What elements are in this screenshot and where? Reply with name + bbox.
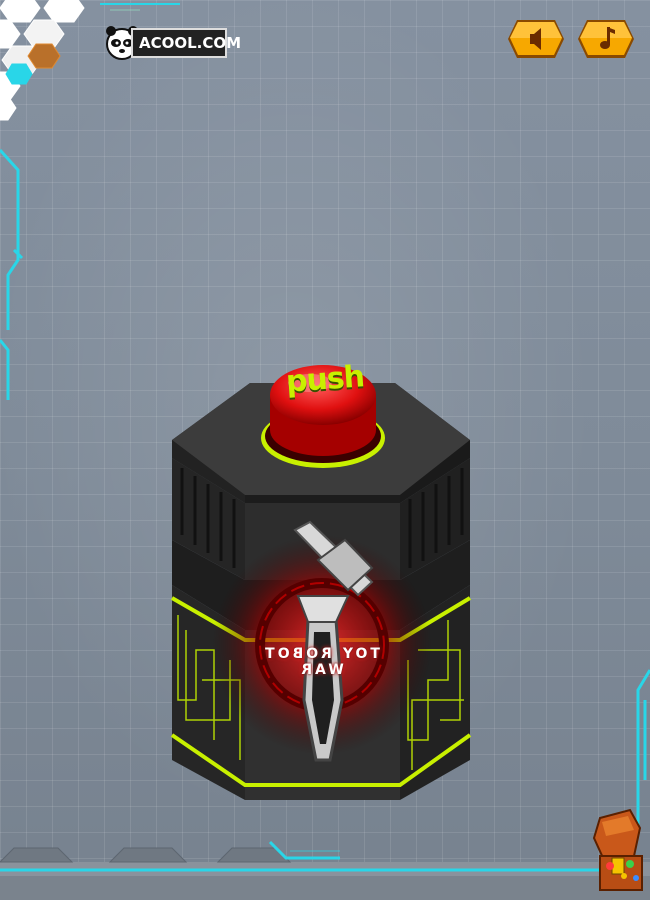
brand-text: TOY ROBOT WAR xyxy=(262,646,380,678)
treasure-chest-button[interactable] xyxy=(590,808,646,894)
push-label: push xyxy=(284,359,366,400)
game-stage: ACOOL.COM push TOY ROBOT WAR xyxy=(0,0,650,900)
treasure-chest-icon xyxy=(592,808,643,891)
